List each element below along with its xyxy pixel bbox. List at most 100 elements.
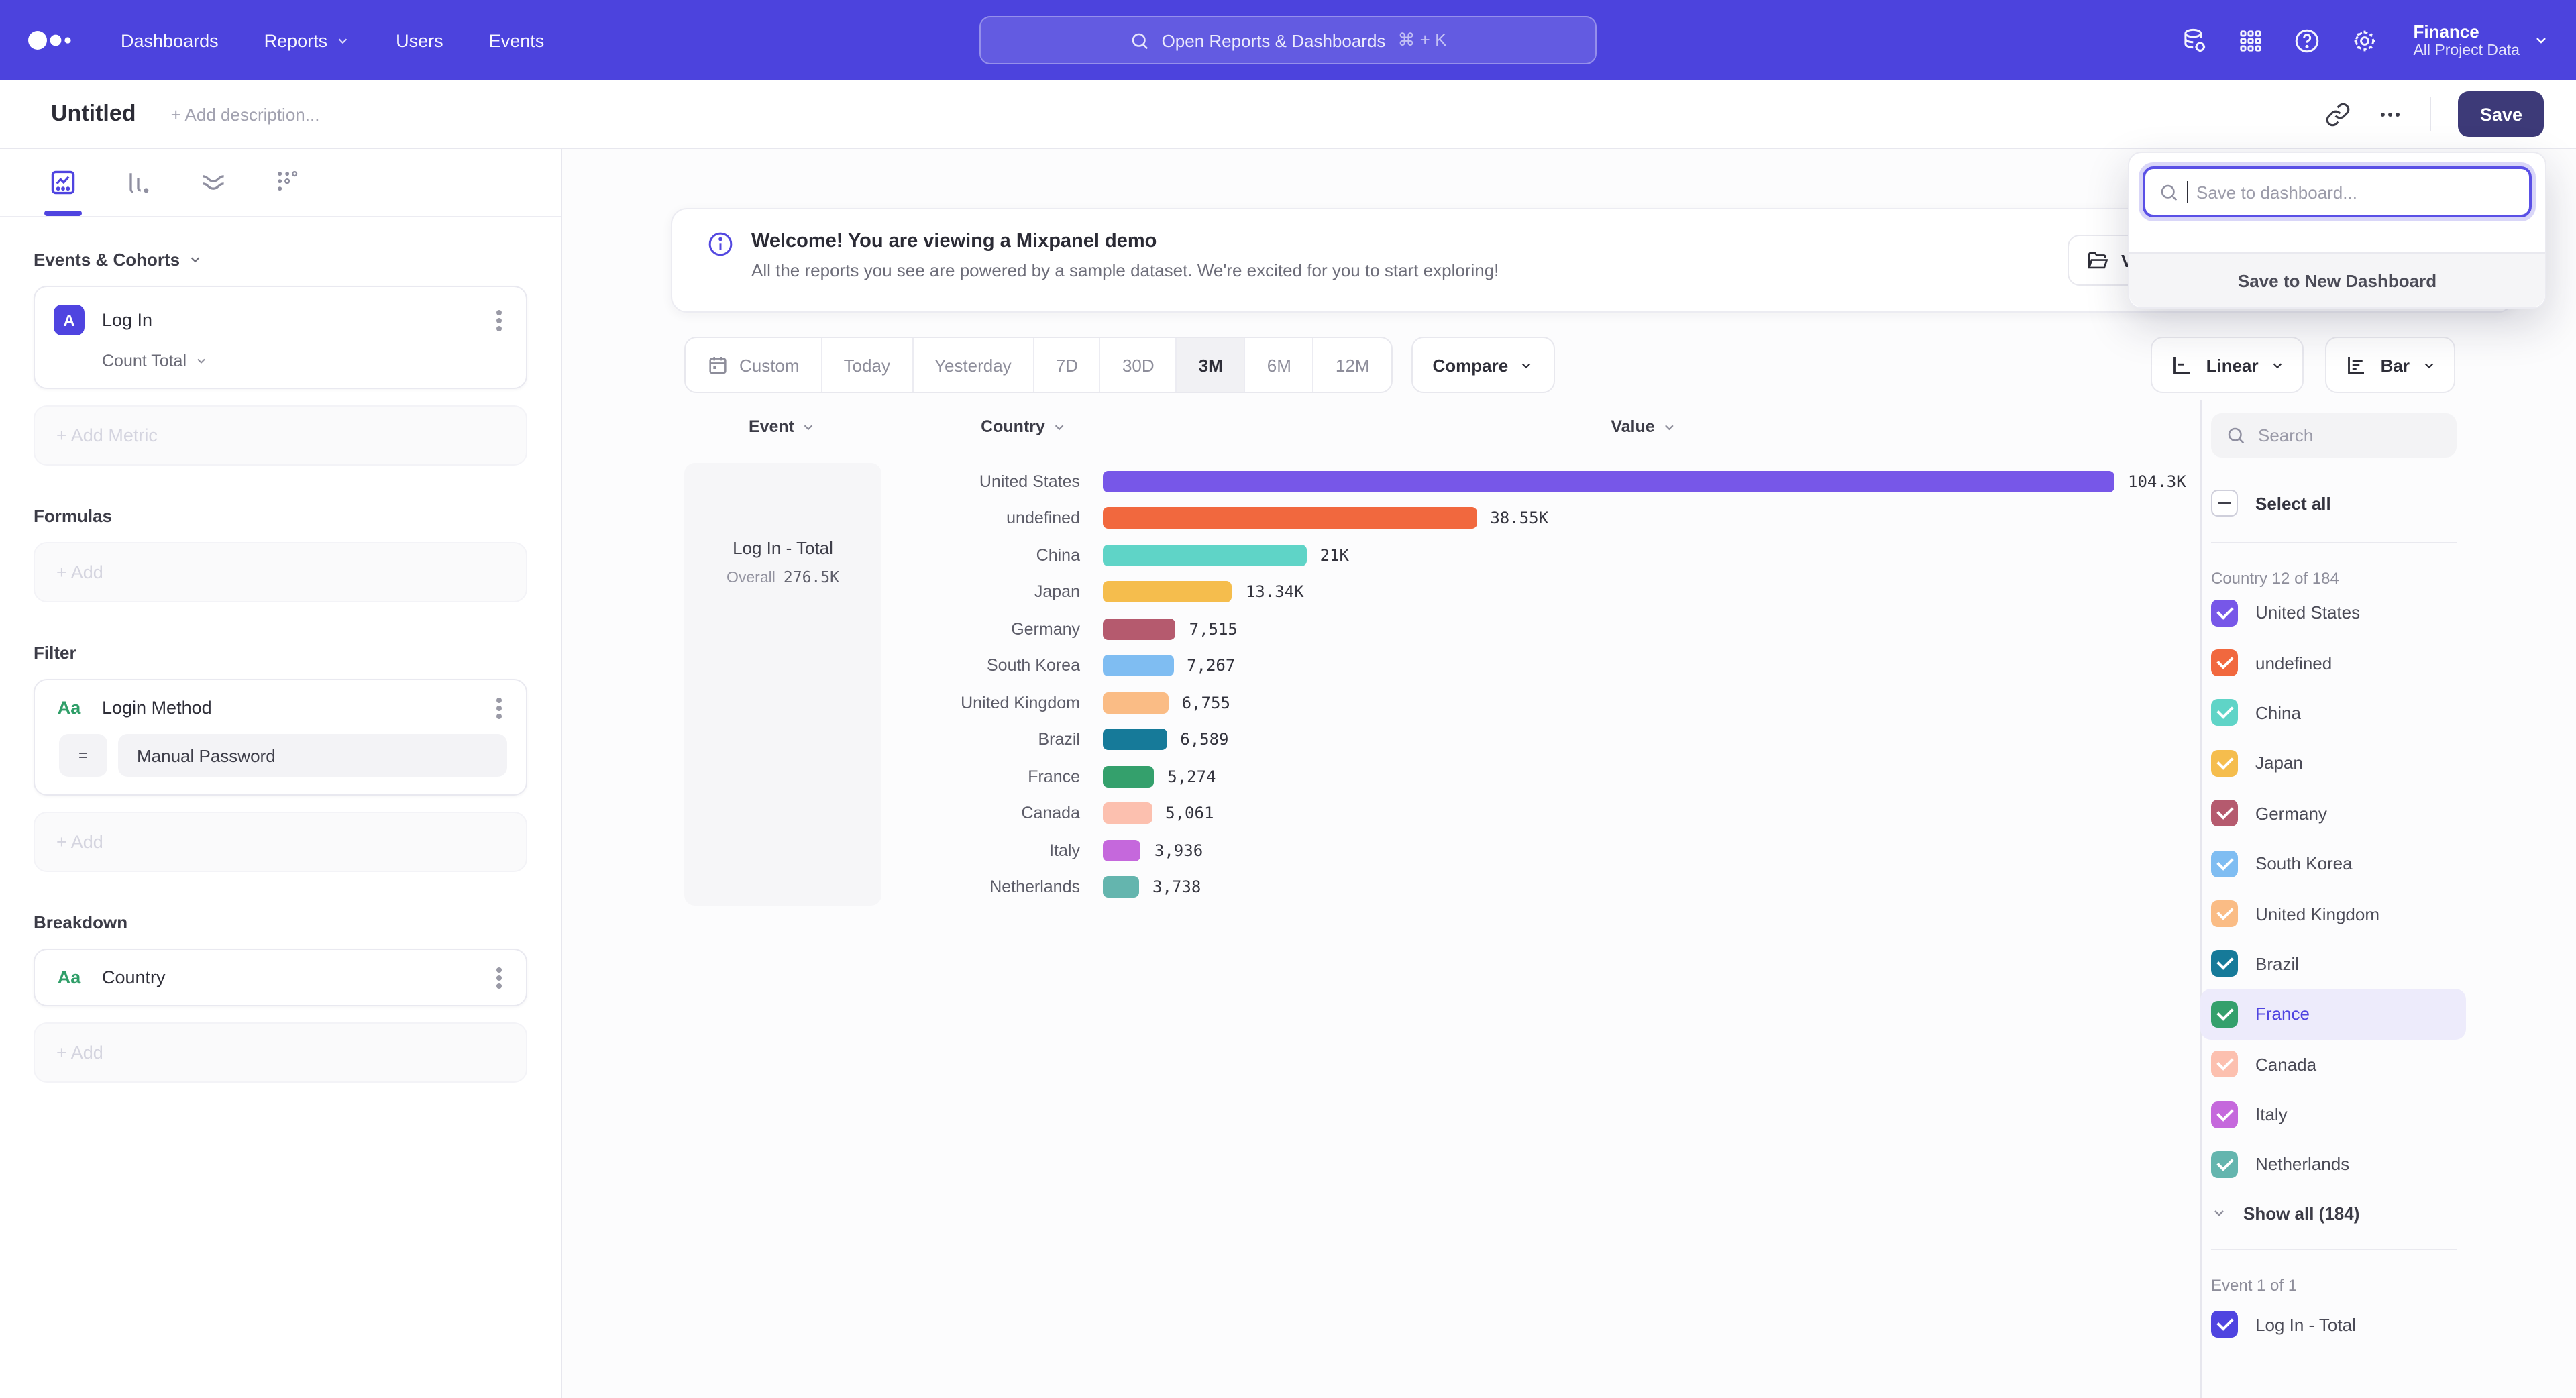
bar[interactable] xyxy=(1103,840,1141,861)
filter-card-login-method[interactable]: Aa Login Method = Manual Password xyxy=(34,679,527,796)
range-30d[interactable]: 30D xyxy=(1099,338,1176,392)
bar[interactable] xyxy=(1103,582,1232,603)
filter-operator[interactable]: = xyxy=(59,734,107,777)
bar[interactable] xyxy=(1103,877,1139,898)
country-checkbox[interactable] xyxy=(2211,1101,2238,1128)
breakdown-card-country[interactable]: Aa Country xyxy=(34,949,527,1006)
column-header-value[interactable]: Value xyxy=(1611,417,1676,436)
country-checkbox[interactable] xyxy=(2211,1151,2238,1178)
event-checkbox[interactable] xyxy=(2211,1311,2238,1338)
mixpanel-logo-icon[interactable] xyxy=(27,24,75,56)
breakdown-property-name[interactable]: Country xyxy=(102,967,166,987)
save-dashboard-search-input[interactable]: Save to dashboard... xyxy=(2143,166,2532,217)
bar-value-label: 13.34K xyxy=(1246,583,1304,602)
global-search-button[interactable]: Open Reports & Dashboards ⌘ + K xyxy=(979,16,1597,64)
project-switcher[interactable]: Finance All Project Data xyxy=(2413,21,2549,60)
bar[interactable] xyxy=(1103,766,1154,788)
nav-item-users[interactable]: Users xyxy=(396,30,443,50)
country-row-germany[interactable]: Germany xyxy=(2211,788,2466,839)
metric-aggregation[interactable]: Count Total xyxy=(102,352,507,370)
country-checkbox[interactable] xyxy=(2211,850,2238,877)
country-row-brazil[interactable]: Brazil xyxy=(2211,938,2466,989)
breakdown-kebab-icon[interactable] xyxy=(496,975,502,980)
country-checkbox[interactable] xyxy=(2211,599,2238,626)
gear-icon[interactable] xyxy=(2350,26,2378,54)
range-yesterday[interactable]: Yesterday xyxy=(912,338,1033,392)
column-header-event[interactable]: Event xyxy=(749,417,816,436)
bar[interactable] xyxy=(1103,729,1167,751)
country-row-china[interactable]: China xyxy=(2211,688,2466,739)
more-options-icon[interactable] xyxy=(2378,101,2404,127)
country-row-united-states[interactable]: United States xyxy=(2211,588,2466,638)
column-header-country[interactable]: Country xyxy=(981,417,1067,436)
scale-selector[interactable]: Linear xyxy=(2151,337,2304,393)
metric-card-log-in[interactable]: A Log In Count Total xyxy=(34,286,527,389)
nav-item-reports[interactable]: Reports xyxy=(264,30,351,50)
bar[interactable] xyxy=(1103,545,1307,566)
tab-flows-icon[interactable] xyxy=(199,149,228,216)
filter-property-name[interactable]: Login Method xyxy=(102,698,212,718)
range-today[interactable]: Today xyxy=(821,338,912,392)
nav-item-events[interactable]: Events xyxy=(489,30,545,50)
nav-item-dashboards[interactable]: Dashboards xyxy=(121,30,219,50)
app-grid-icon[interactable] xyxy=(2237,28,2263,53)
country-checkbox[interactable] xyxy=(2211,951,2238,977)
bar-row: United States 104.3K xyxy=(881,463,2187,500)
chart-type-selector[interactable]: Bar xyxy=(2326,337,2455,393)
bar[interactable] xyxy=(1103,619,1176,640)
add-metric-button[interactable]: + Add Metric xyxy=(34,405,527,466)
country-row-netherlands[interactable]: Netherlands xyxy=(2211,1140,2466,1190)
tab-retention-icon[interactable] xyxy=(274,149,303,216)
country-row-japan[interactable]: Japan xyxy=(2211,738,2466,788)
country-checkbox[interactable] xyxy=(2211,700,2238,727)
country-checkbox[interactable] xyxy=(2211,900,2238,927)
country-row-south-korea[interactable]: South Korea xyxy=(2211,839,2466,889)
range-7d[interactable]: 7D xyxy=(1033,338,1099,392)
country-row-undefined[interactable]: undefined xyxy=(2211,638,2466,688)
country-checkbox[interactable] xyxy=(2211,800,2238,827)
select-all-checkbox[interactable] xyxy=(2211,490,2238,517)
events-section-heading[interactable]: Events & Cohorts xyxy=(34,250,527,270)
range-12m[interactable]: 12M xyxy=(1313,338,1391,392)
data-management-icon[interactable] xyxy=(2180,26,2208,54)
bar[interactable] xyxy=(1103,471,2114,492)
country-row-italy[interactable]: Italy xyxy=(2211,1089,2466,1140)
range-6m[interactable]: 6M xyxy=(1244,338,1313,392)
segment-search-input[interactable]: Search xyxy=(2211,413,2457,458)
metric-name[interactable]: Log In xyxy=(102,310,152,330)
add-description-field[interactable]: + Add description... xyxy=(171,104,320,124)
save-to-dashboard-popup: Save to dashboard... Save to New Dashboa… xyxy=(2128,152,2546,309)
range-custom[interactable]: Custom xyxy=(686,338,821,392)
select-all-row[interactable]: Select all xyxy=(2211,490,2466,517)
save-button[interactable]: Save xyxy=(2459,91,2544,137)
copy-link-icon[interactable] xyxy=(2326,101,2351,127)
string-property-badge: Aa xyxy=(54,967,85,987)
save-to-new-dashboard-button[interactable]: Save to New Dashboard xyxy=(2129,252,2545,307)
event-cell[interactable]: Log In - Total Overall276.5K xyxy=(684,463,881,906)
range-3m[interactable]: 3M xyxy=(1176,338,1244,392)
event-checkbox-row[interactable]: Log In - Total xyxy=(2211,1299,2466,1350)
show-all-button[interactable]: Show all (184) xyxy=(2211,1203,2466,1223)
country-checkbox[interactable] xyxy=(2211,649,2238,676)
add-filter-button[interactable]: + Add xyxy=(34,812,527,872)
filter-value[interactable]: Manual Password xyxy=(118,734,507,777)
report-title[interactable]: Untitled xyxy=(51,101,136,127)
bar[interactable] xyxy=(1103,508,1477,529)
tab-insights-icon[interactable] xyxy=(48,149,78,216)
add-formula-button[interactable]: + Add xyxy=(34,542,527,602)
country-row-canada[interactable]: Canada xyxy=(2211,1039,2466,1089)
help-icon[interactable] xyxy=(2292,26,2320,54)
tab-funnels-icon[interactable] xyxy=(123,149,153,216)
metric-kebab-icon[interactable] xyxy=(496,317,502,323)
filter-kebab-icon[interactable] xyxy=(496,705,502,710)
country-checkbox[interactable] xyxy=(2211,1051,2238,1077)
country-row-united-kingdom[interactable]: United Kingdom xyxy=(2211,889,2466,939)
compare-button[interactable]: Compare xyxy=(1411,337,1556,393)
country-checkbox[interactable] xyxy=(2211,1001,2238,1028)
bar[interactable] xyxy=(1103,692,1169,714)
bar[interactable] xyxy=(1103,655,1173,677)
country-checkbox[interactable] xyxy=(2211,750,2238,777)
country-row-france[interactable]: France xyxy=(2200,989,2466,1039)
add-breakdown-button[interactable]: + Add xyxy=(34,1022,527,1083)
bar[interactable] xyxy=(1103,803,1152,824)
